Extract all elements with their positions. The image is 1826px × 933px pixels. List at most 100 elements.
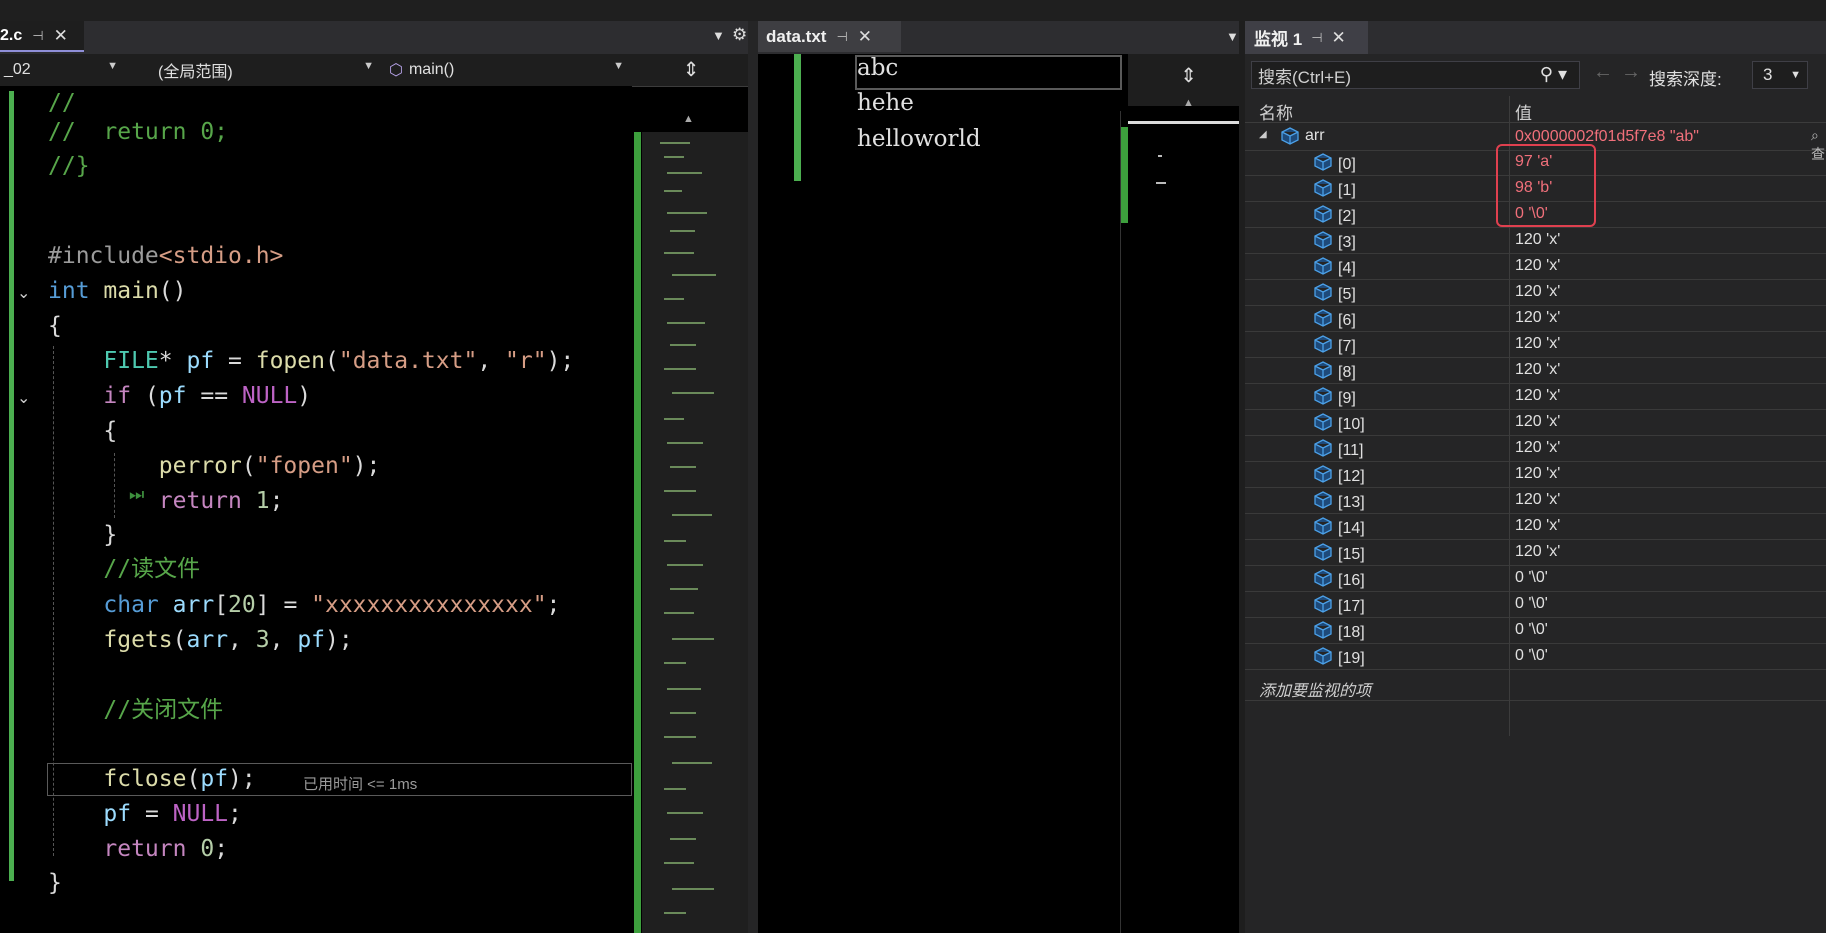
watch-row[interactable]: [12] 120 'x' bbox=[1245, 461, 1826, 488]
watch-row[interactable]: [14] 120 'x' bbox=[1245, 513, 1826, 540]
code-line: #include<stdio.h> bbox=[48, 243, 284, 269]
watch-row[interactable]: [6] 120 'x' bbox=[1245, 305, 1826, 332]
watch-name-cell: [6] bbox=[1313, 308, 1356, 333]
minimap-viewport[interactable] bbox=[642, 132, 748, 933]
pin-icon[interactable]: ⊣ bbox=[32, 28, 43, 44]
function-dropdown[interactable]: ⬡ main() ▼ bbox=[385, 57, 630, 82]
collapse-triangle-icon[interactable]: ◢ bbox=[1259, 129, 1267, 140]
minimap-mark bbox=[1156, 182, 1166, 184]
fold-toggle-icon[interactable]: ⌄ bbox=[17, 388, 30, 408]
watch-name-cell: [19] bbox=[1313, 646, 1365, 671]
file-line[interactable]: hehe bbox=[857, 90, 914, 116]
variable-icon bbox=[1313, 646, 1333, 671]
watch-name-cell: [11] bbox=[1313, 438, 1364, 463]
fold-toggle-icon[interactable]: ⌄ bbox=[17, 283, 30, 303]
scope-label: (全局范围) bbox=[158, 63, 233, 81]
tab-watch[interactable]: 监视 1 ⊣ ✕ bbox=[1245, 21, 1368, 54]
watch-name: [14] bbox=[1338, 519, 1365, 537]
pin-icon[interactable]: ⊣ bbox=[836, 29, 847, 45]
indent-guide bbox=[53, 346, 54, 856]
watch-row[interactable]: [11] 120 'x' bbox=[1245, 435, 1826, 462]
watch-name: [4] bbox=[1338, 259, 1356, 277]
watch-row[interactable]: [19] 0 '\0' bbox=[1245, 643, 1826, 670]
tab-list-dropdown-icon[interactable]: ▼ bbox=[712, 28, 725, 43]
variable-icon bbox=[1313, 438, 1333, 463]
watch-name-cell: [1] bbox=[1313, 178, 1356, 203]
tab-source-file[interactable]: 2.c ⊣ ✕ bbox=[0, 21, 84, 52]
search-icon[interactable]: ⚲ ▾ bbox=[1540, 64, 1567, 85]
top-strip bbox=[0, 0, 1826, 21]
minimap-change-bar bbox=[1121, 127, 1128, 223]
code-line: return 1; bbox=[158, 488, 284, 514]
scope-dropdown[interactable]: (全局范围) ▼ bbox=[128, 57, 380, 82]
minimap-text-preview bbox=[660, 142, 716, 914]
file-tab-bar: data.txt ⊣ ✕ ▼ bbox=[758, 21, 1249, 54]
tab-label: 监视 1 bbox=[1254, 30, 1303, 49]
watch-row[interactable]: [8] 120 'x' bbox=[1245, 357, 1826, 384]
add-watch-row[interactable]: 添加要监视的项 bbox=[1245, 674, 1826, 701]
watch-name: [11] bbox=[1338, 441, 1364, 459]
variable-icon bbox=[1313, 542, 1333, 567]
scroll-up-icon[interactable]: ▲ bbox=[1128, 98, 1249, 109]
watch-row[interactable]: [3] 120 'x' bbox=[1245, 227, 1826, 254]
watch-name: [3] bbox=[1338, 233, 1356, 251]
watch-name-cell: [14] bbox=[1313, 516, 1365, 541]
watch-name-cell: [7] bbox=[1313, 334, 1356, 359]
watch-value: 120 'x' bbox=[1515, 491, 1561, 508]
tab-list-dropdown-icon[interactable]: ▼ bbox=[1226, 29, 1239, 44]
tab-data-file[interactable]: data.txt ⊣ ✕ bbox=[758, 21, 901, 52]
column-header-name[interactable]: 名称 bbox=[1259, 99, 1293, 124]
project-dropdown[interactable]: _02 ▼ bbox=[0, 57, 124, 82]
code-line: } bbox=[48, 870, 62, 896]
text-file-pane: data.txt ⊣ ✕ ▼ abc hehe helloworld ⇕ ▲ bbox=[748, 21, 1249, 933]
watch-row[interactable]: [16] 0 '\0' bbox=[1245, 565, 1826, 592]
watch-row[interactable]: [13] 120 'x' bbox=[1245, 487, 1826, 514]
code-line: { bbox=[48, 313, 62, 339]
chevron-down-icon: ▼ bbox=[1790, 69, 1801, 81]
watch-row[interactable]: [4] 120 'x' bbox=[1245, 253, 1826, 280]
file-line[interactable]: abc bbox=[857, 55, 898, 81]
search-depth-select[interactable]: 3 ▼ bbox=[1752, 61, 1808, 89]
close-icon[interactable]: ✕ bbox=[1332, 28, 1346, 48]
code-line: int main() bbox=[48, 278, 187, 304]
watch-row[interactable]: [7] 120 'x' bbox=[1245, 331, 1826, 358]
variable-icon bbox=[1313, 464, 1333, 489]
watch-row[interactable]: [10] 120 'x' bbox=[1245, 409, 1826, 436]
minimap[interactable] bbox=[1120, 111, 1249, 933]
watch-value: 120 'x' bbox=[1515, 543, 1561, 560]
watch-row[interactable]: [18] 0 '\0' bbox=[1245, 617, 1826, 644]
variable-icon bbox=[1313, 386, 1333, 411]
split-window-button[interactable]: ⇕ bbox=[634, 54, 748, 87]
variable-icon bbox=[1313, 594, 1333, 619]
watch-name: [16] bbox=[1338, 571, 1365, 589]
watch-name: [19] bbox=[1338, 649, 1365, 667]
watch-row[interactable]: [5] 120 'x' bbox=[1245, 279, 1826, 306]
close-icon[interactable]: ✕ bbox=[858, 27, 872, 47]
forward-arrow-icon[interactable]: → bbox=[1621, 61, 1641, 84]
watch-name: [9] bbox=[1338, 389, 1356, 407]
watch-row[interactable]: [17] 0 '\0' bbox=[1245, 591, 1826, 618]
watch-row[interactable]: [15] 120 'x' bbox=[1245, 539, 1826, 566]
scroll-up-icon[interactable]: ▲ bbox=[683, 113, 694, 125]
search-input[interactable]: 搜索(Ctrl+E) ⚲ ▾ bbox=[1251, 61, 1580, 89]
watch-row[interactable]: [9] 120 'x' bbox=[1245, 383, 1826, 410]
variable-icon bbox=[1281, 127, 1299, 145]
red-highlight-box bbox=[1496, 144, 1596, 227]
close-icon[interactable]: ✕ bbox=[54, 26, 68, 46]
gear-icon[interactable]: ⚙ bbox=[732, 25, 747, 45]
back-arrow-icon[interactable]: ← bbox=[1593, 61, 1613, 84]
watch-name-cell: [13] bbox=[1313, 490, 1365, 515]
watch-name: [7] bbox=[1338, 337, 1356, 355]
file-line[interactable]: helloworld bbox=[857, 126, 981, 152]
code-line: if (pf == NULL) bbox=[103, 383, 312, 409]
split-window-button[interactable]: ⇕ ▲ bbox=[1128, 54, 1249, 109]
pin-icon[interactable]: ⊣ bbox=[1311, 30, 1322, 46]
watch-toolbar: 搜索(Ctrl+E) ⚲ ▾ ← → 搜索深度: 3 ▼ bbox=[1245, 54, 1826, 96]
watch-value: 0 '\0' bbox=[1515, 647, 1548, 664]
watch-name: [10] bbox=[1338, 415, 1365, 433]
code-line: pf = NULL; bbox=[103, 801, 242, 827]
watch-value: 120 'x' bbox=[1515, 465, 1561, 482]
column-header-value[interactable]: 值 bbox=[1515, 99, 1532, 124]
variable-icon bbox=[1313, 490, 1333, 515]
variable-icon bbox=[1313, 360, 1333, 385]
